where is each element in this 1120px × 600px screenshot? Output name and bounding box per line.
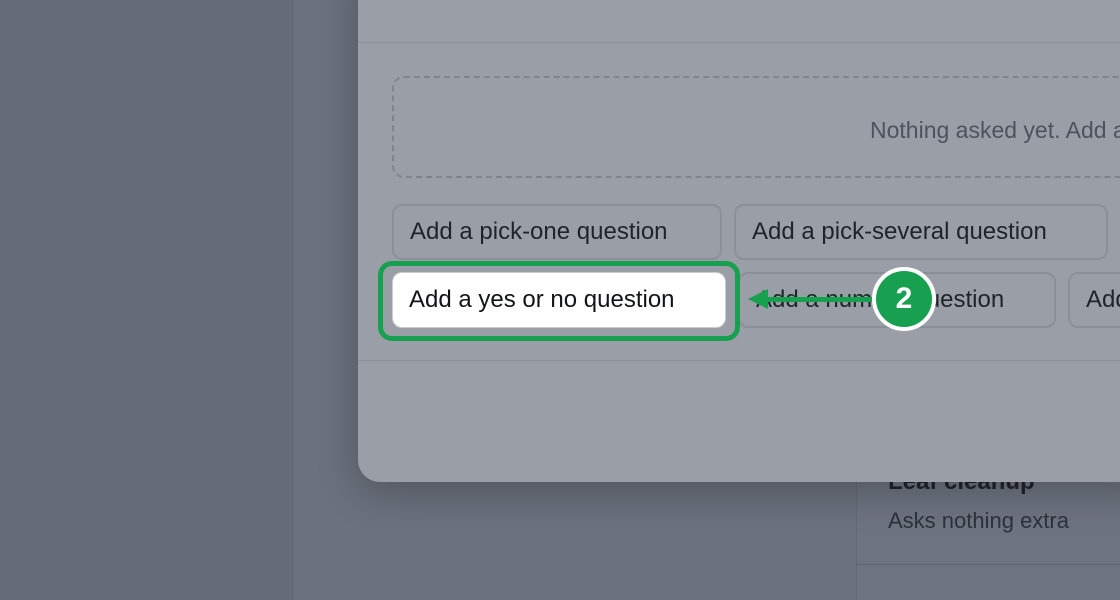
service-card-subtitle: Asks nothing extra: [888, 508, 1069, 533]
highlight-ring: [378, 261, 740, 341]
step-number-badge: 2: [872, 267, 936, 331]
background-sidebar: [0, 0, 293, 600]
add-pick-one-question-button[interactable]: Add a pick-one question: [392, 204, 722, 260]
questions-modal: Nothing asked yet. Add a question below.…: [358, 0, 1120, 482]
empty-questions-box: Nothing asked yet. Add a question below.: [392, 76, 1120, 178]
empty-state-text: Nothing asked yet. Add a question below.: [870, 117, 1120, 143]
add-another-question-button[interactable]: Add a text question: [1068, 272, 1120, 328]
pointer-arrow-head: [748, 289, 768, 309]
service-list-divider: [856, 564, 1120, 565]
modal-header-divider: [358, 42, 1120, 43]
pointer-arrow-shaft: [766, 297, 876, 302]
modal-footer-divider: [358, 360, 1120, 361]
add-pick-several-question-button[interactable]: Add a pick-several question: [734, 204, 1108, 260]
